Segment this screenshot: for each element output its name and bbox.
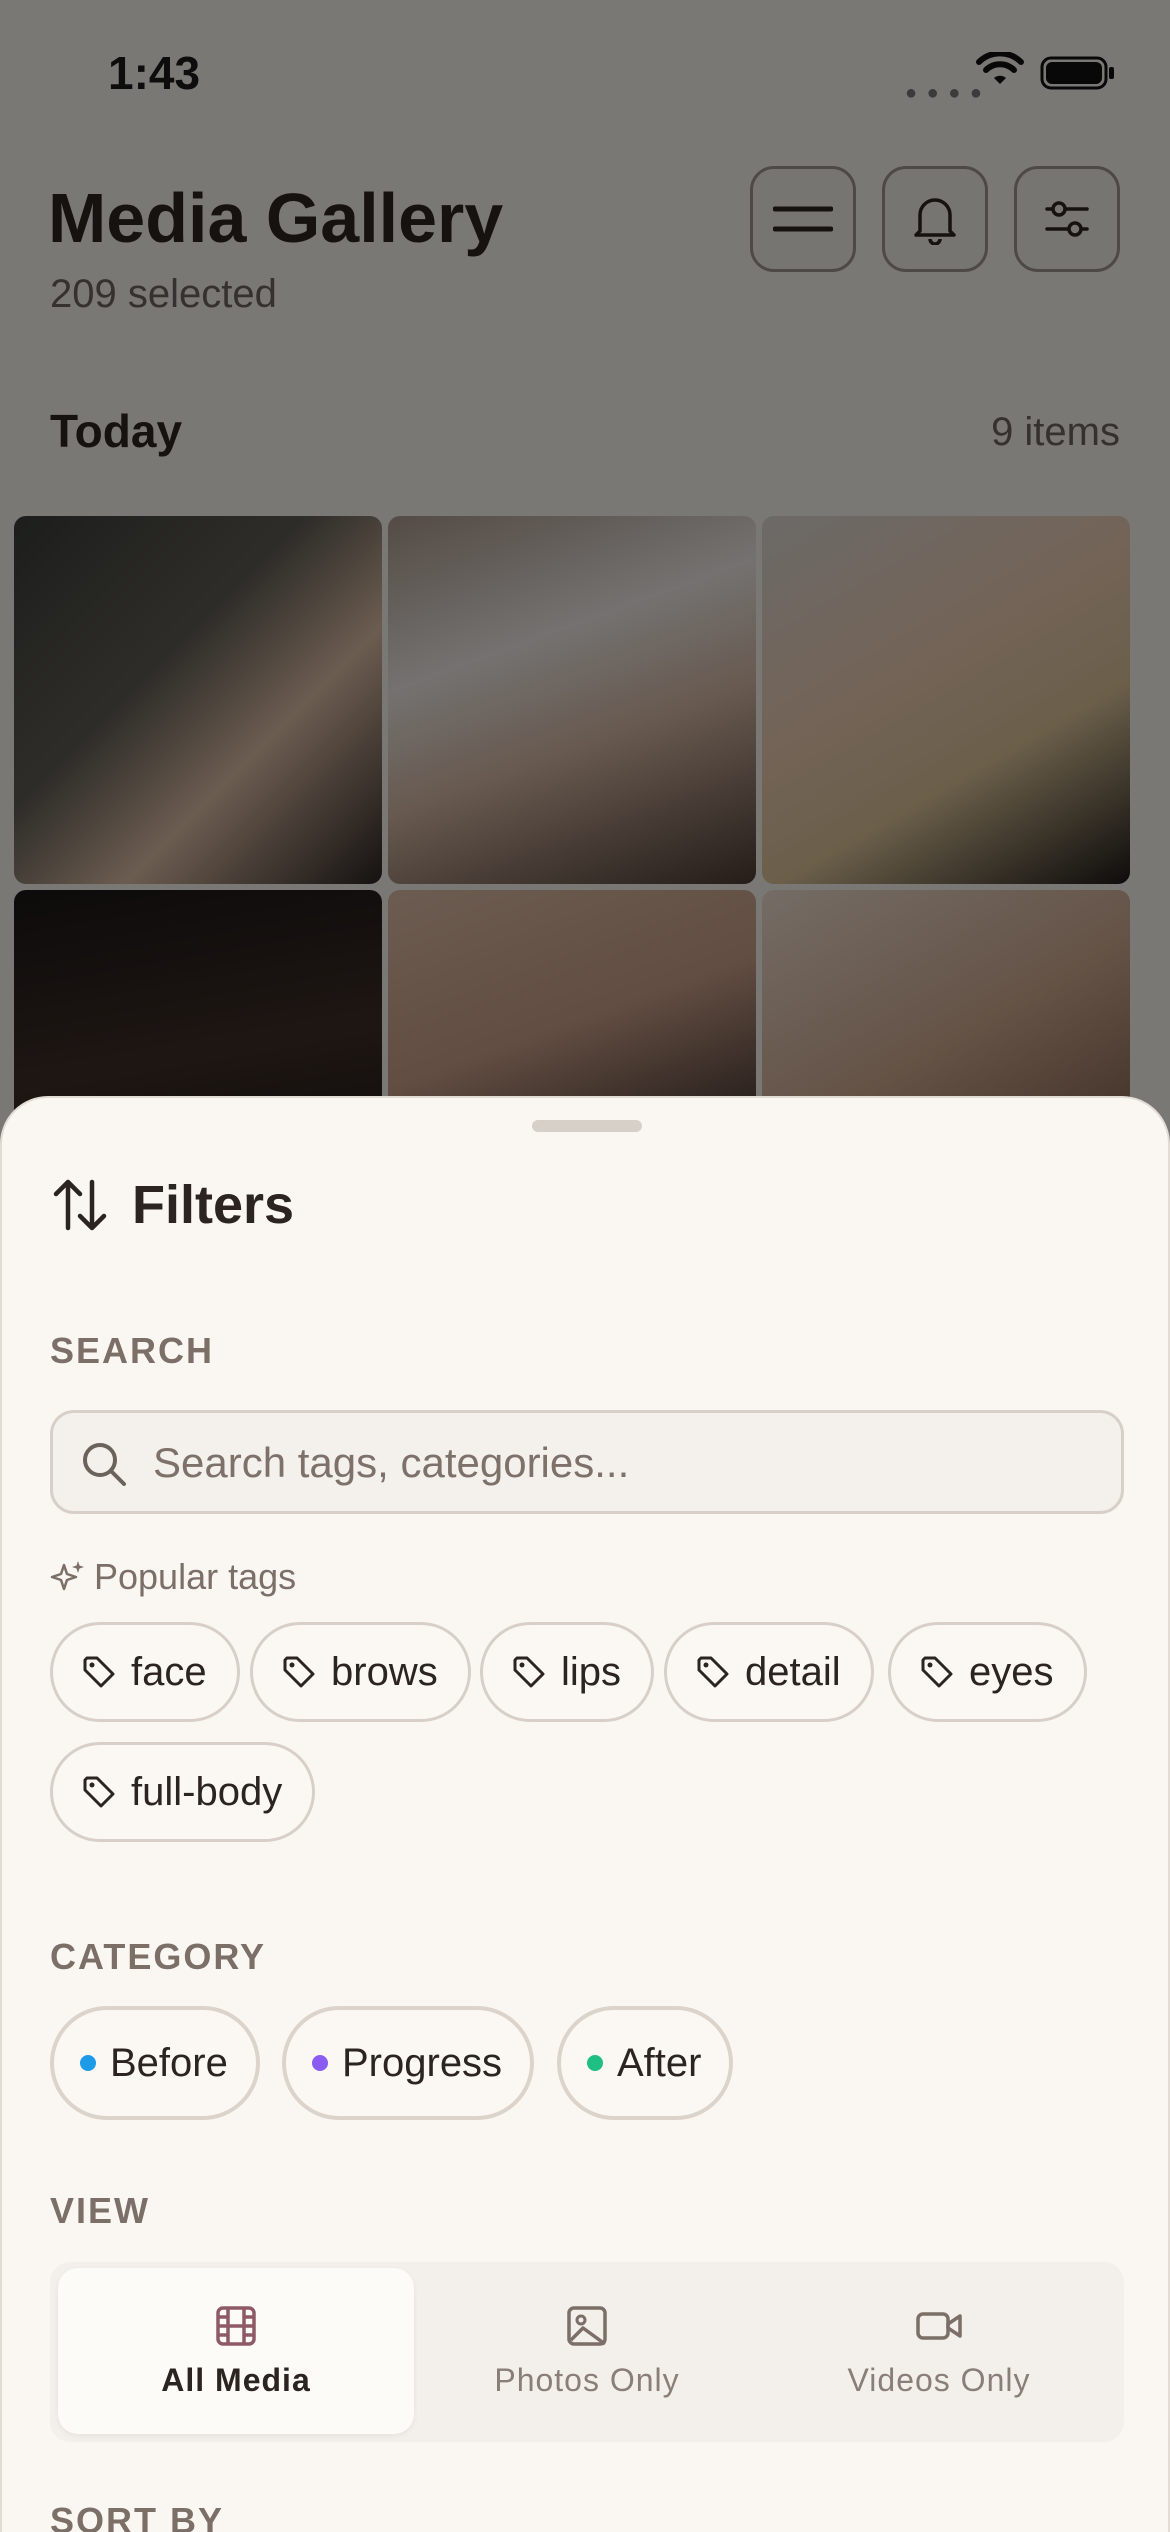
category-color-dot bbox=[80, 2055, 96, 2071]
tag-chip-detail[interactable]: detail bbox=[664, 1622, 874, 1722]
sparkle-icon bbox=[50, 1561, 84, 1591]
category-chip-progress[interactable]: Progress bbox=[282, 2006, 535, 2120]
category-label: After bbox=[617, 2040, 702, 2085]
tag-icon bbox=[511, 1654, 547, 1690]
category-color-dot bbox=[587, 2055, 603, 2071]
popular-tags-label: Popular tags bbox=[94, 1556, 297, 1597]
sort-arrows-icon bbox=[53, 1179, 107, 1231]
category-label: Progress bbox=[342, 2040, 503, 2085]
tag-icon bbox=[695, 1654, 731, 1690]
tag-label: lips bbox=[561, 1649, 622, 1694]
view-option-all-media[interactable]: All Media bbox=[58, 2268, 414, 2434]
image-icon bbox=[567, 2305, 607, 2346]
search-icon bbox=[83, 1443, 126, 1486]
category-color-dot bbox=[312, 2055, 328, 2071]
view-section-label: VIEW bbox=[50, 2190, 151, 2231]
film-icon bbox=[216, 2305, 256, 2346]
tag-label: eyes bbox=[969, 1649, 1054, 1694]
video-icon bbox=[916, 2311, 962, 2340]
sheet-title: Filters bbox=[132, 1175, 295, 1235]
tag-label: brows bbox=[331, 1649, 438, 1694]
category-section-label: CATEGORY bbox=[50, 1936, 267, 1977]
tag-icon bbox=[281, 1654, 317, 1690]
view-segmented-control: All Media Photos Only Videos Only bbox=[50, 2262, 1124, 2442]
sheet-grabber[interactable] bbox=[532, 1120, 642, 1132]
popular-tags-header: Popular tags bbox=[50, 1556, 296, 1598]
view-option-label: All Media bbox=[161, 2361, 311, 2398]
view-option-label: Photos Only bbox=[494, 2361, 680, 2398]
tag-chip-full-body[interactable]: full-body bbox=[50, 1742, 316, 1842]
tag-icon bbox=[919, 1654, 955, 1690]
sort-section-label: SORT BY bbox=[50, 2500, 225, 2532]
view-option-photos-only[interactable]: Photos Only bbox=[409, 2268, 765, 2434]
category-chip-after[interactable]: After bbox=[557, 2006, 734, 2120]
tag-icon bbox=[81, 1654, 117, 1690]
app-screen: 1:43 ● ● ● ● Media Gallery 209 selected … bbox=[0, 0, 1170, 2532]
filters-sheet: Filters SEARCH Popular tags face brows l… bbox=[0, 1096, 1170, 2532]
tag-chip-face[interactable]: face bbox=[50, 1622, 240, 1722]
tag-label: face bbox=[131, 1649, 207, 1694]
category-chip-before[interactable]: Before bbox=[50, 2006, 260, 2120]
search-input[interactable] bbox=[153, 1433, 1093, 1493]
tag-icon bbox=[81, 1774, 117, 1810]
search-section-label: SEARCH bbox=[50, 1330, 215, 1371]
view-option-label: Videos Only bbox=[847, 2361, 1031, 2398]
tag-label: full-body bbox=[131, 1769, 283, 1814]
tag-chip-lips[interactable]: lips bbox=[480, 1622, 655, 1722]
search-field[interactable] bbox=[50, 1410, 1124, 1514]
tag-label: detail bbox=[745, 1649, 841, 1694]
tag-chip-brows[interactable]: brows bbox=[250, 1622, 471, 1722]
tag-chip-eyes[interactable]: eyes bbox=[888, 1622, 1087, 1722]
category-label: Before bbox=[110, 2040, 228, 2085]
view-option-videos-only[interactable]: Videos Only bbox=[761, 2268, 1117, 2434]
